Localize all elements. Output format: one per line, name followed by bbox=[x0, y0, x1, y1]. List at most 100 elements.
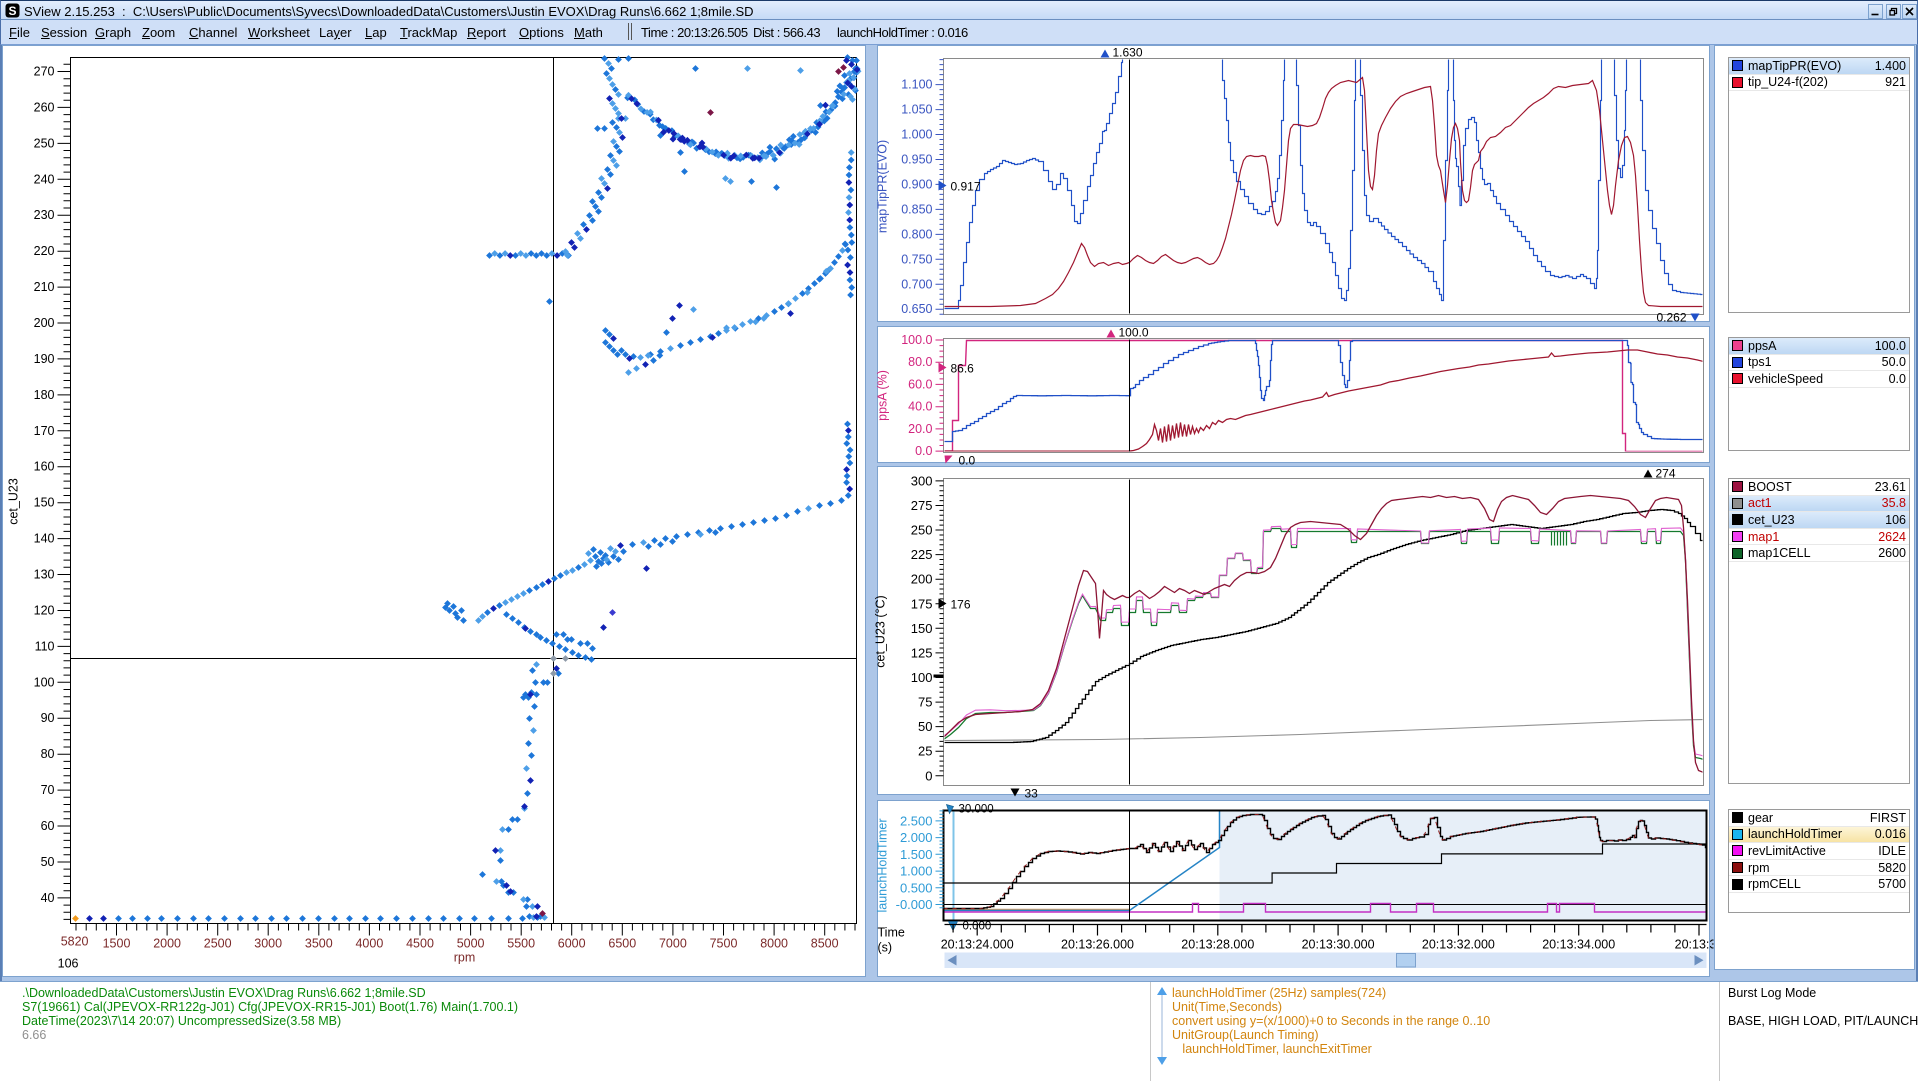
svg-text:4000: 4000 bbox=[355, 937, 383, 951]
svg-text:0.917: 0.917 bbox=[951, 180, 981, 194]
svg-text:8500: 8500 bbox=[811, 937, 839, 951]
svg-text:220: 220 bbox=[34, 244, 55, 258]
svg-text:rpm: rpm bbox=[454, 951, 476, 965]
svg-text:40.0: 40.0 bbox=[908, 400, 932, 414]
svg-text:40: 40 bbox=[41, 891, 55, 905]
svg-text:240: 240 bbox=[34, 172, 55, 186]
svg-text:210: 210 bbox=[34, 280, 55, 294]
svg-text:270: 270 bbox=[34, 65, 55, 79]
svg-text:1.050: 1.050 bbox=[901, 103, 932, 117]
svg-text:-0.000: -0.000 bbox=[896, 897, 933, 912]
svg-text:200: 200 bbox=[34, 316, 55, 330]
svg-text:130: 130 bbox=[34, 568, 55, 582]
svg-text:20.0: 20.0 bbox=[908, 422, 932, 436]
svg-text:70: 70 bbox=[41, 783, 55, 797]
svg-text:25: 25 bbox=[918, 744, 932, 759]
svg-text:140: 140 bbox=[34, 532, 55, 546]
svg-text:275: 275 bbox=[911, 498, 933, 513]
svg-text:106: 106 bbox=[58, 957, 79, 971]
svg-text:20:13:36: 20:13:36 bbox=[1675, 938, 1724, 952]
svg-text:3500: 3500 bbox=[305, 937, 333, 951]
svg-text:0.0: 0.0 bbox=[915, 444, 932, 458]
svg-text:20:13:34.000: 20:13:34.000 bbox=[1542, 938, 1615, 952]
svg-text:120: 120 bbox=[34, 604, 55, 618]
svg-text:1.500: 1.500 bbox=[900, 847, 933, 862]
svg-text:(s): (s) bbox=[878, 941, 893, 955]
svg-text:0.850: 0.850 bbox=[901, 202, 932, 216]
svg-text:20:13:24.000: 20:13:24.000 bbox=[941, 938, 1014, 952]
svg-text:230: 230 bbox=[34, 208, 55, 222]
svg-text:1.100: 1.100 bbox=[901, 78, 932, 92]
svg-text:160: 160 bbox=[34, 460, 55, 474]
svg-text:170: 170 bbox=[34, 424, 55, 438]
svg-text:20:13:26.000: 20:13:26.000 bbox=[1061, 938, 1134, 952]
svg-text:225: 225 bbox=[911, 547, 933, 562]
svg-text:100.0: 100.0 bbox=[1119, 326, 1149, 340]
svg-text:175: 175 bbox=[911, 596, 933, 611]
svg-text:200: 200 bbox=[911, 572, 933, 587]
svg-text:0: 0 bbox=[925, 768, 932, 783]
svg-text:2500: 2500 bbox=[204, 937, 232, 951]
svg-text:50: 50 bbox=[918, 719, 932, 734]
svg-text:250: 250 bbox=[911, 523, 933, 538]
svg-text:5820: 5820 bbox=[61, 935, 89, 949]
svg-text:7500: 7500 bbox=[710, 937, 738, 951]
svg-text:cet_U23: cet_U23 bbox=[7, 478, 21, 525]
svg-text:Time: Time bbox=[878, 926, 905, 940]
svg-text:50: 50 bbox=[41, 855, 55, 869]
svg-text:110: 110 bbox=[35, 639, 55, 653]
svg-text:90: 90 bbox=[41, 711, 55, 725]
svg-text:launchHoldTimer: launchHoldTimer bbox=[876, 818, 890, 912]
svg-text:80.0: 80.0 bbox=[908, 355, 932, 369]
svg-text:1.000: 1.000 bbox=[901, 128, 932, 142]
svg-text:180: 180 bbox=[34, 388, 55, 402]
svg-text:0.0: 0.0 bbox=[959, 454, 976, 468]
svg-text:250: 250 bbox=[34, 136, 55, 150]
svg-text:1.630: 1.630 bbox=[1113, 46, 1143, 60]
svg-text:3000: 3000 bbox=[254, 937, 282, 951]
svg-text:5000: 5000 bbox=[457, 937, 485, 951]
svg-text:60.0: 60.0 bbox=[908, 377, 932, 391]
svg-text:125: 125 bbox=[911, 645, 933, 660]
svg-text:80: 80 bbox=[41, 747, 55, 761]
svg-text:20:13:30.000: 20:13:30.000 bbox=[1302, 938, 1375, 952]
svg-text:0.800: 0.800 bbox=[901, 227, 932, 241]
svg-text:300: 300 bbox=[911, 473, 933, 488]
svg-text:20:13:28.000: 20:13:28.000 bbox=[1181, 938, 1254, 952]
svg-text:1500: 1500 bbox=[103, 937, 131, 951]
svg-text:20:13:32.000: 20:13:32.000 bbox=[1422, 938, 1495, 952]
svg-text:33: 33 bbox=[1025, 787, 1039, 801]
svg-text:5500: 5500 bbox=[507, 937, 535, 951]
svg-text:100: 100 bbox=[34, 675, 55, 689]
svg-text:cet_U23 (°C): cet_U23 (°C) bbox=[874, 595, 888, 667]
svg-text:150: 150 bbox=[34, 496, 55, 510]
svg-text:ppsA (%): ppsA (%) bbox=[876, 370, 890, 421]
svg-text:60: 60 bbox=[41, 819, 55, 833]
svg-text:100.0: 100.0 bbox=[901, 333, 932, 347]
svg-text:0.650: 0.650 bbox=[901, 302, 932, 316]
svg-text:75: 75 bbox=[918, 695, 932, 710]
svg-text:150: 150 bbox=[911, 621, 933, 636]
svg-text:8000: 8000 bbox=[760, 937, 788, 951]
svg-text:1.000: 1.000 bbox=[900, 864, 933, 879]
svg-text:6000: 6000 bbox=[558, 937, 586, 951]
svg-text:mapTipPR(EVO): mapTipPR(EVO) bbox=[876, 140, 890, 233]
svg-text:2.500: 2.500 bbox=[900, 813, 933, 828]
svg-text:274: 274 bbox=[1656, 467, 1676, 481]
svg-text:0.262: 0.262 bbox=[1656, 311, 1686, 325]
svg-text:86.6: 86.6 bbox=[951, 362, 975, 376]
svg-text:0.750: 0.750 bbox=[901, 252, 932, 266]
svg-text:30.000: 30.000 bbox=[959, 804, 994, 816]
svg-text:190: 190 bbox=[34, 352, 55, 366]
svg-text:0.900: 0.900 bbox=[901, 177, 932, 191]
svg-text:2.000: 2.000 bbox=[900, 830, 933, 845]
svg-text:100: 100 bbox=[911, 670, 933, 685]
svg-text:2000: 2000 bbox=[153, 937, 181, 951]
svg-text:176: 176 bbox=[951, 598, 971, 612]
svg-text:6500: 6500 bbox=[608, 937, 636, 951]
svg-text:0.500: 0.500 bbox=[900, 880, 933, 895]
svg-text:4500: 4500 bbox=[406, 937, 434, 951]
svg-text:260: 260 bbox=[34, 100, 55, 114]
svg-text:7000: 7000 bbox=[659, 937, 687, 951]
svg-text:0.950: 0.950 bbox=[901, 153, 932, 167]
